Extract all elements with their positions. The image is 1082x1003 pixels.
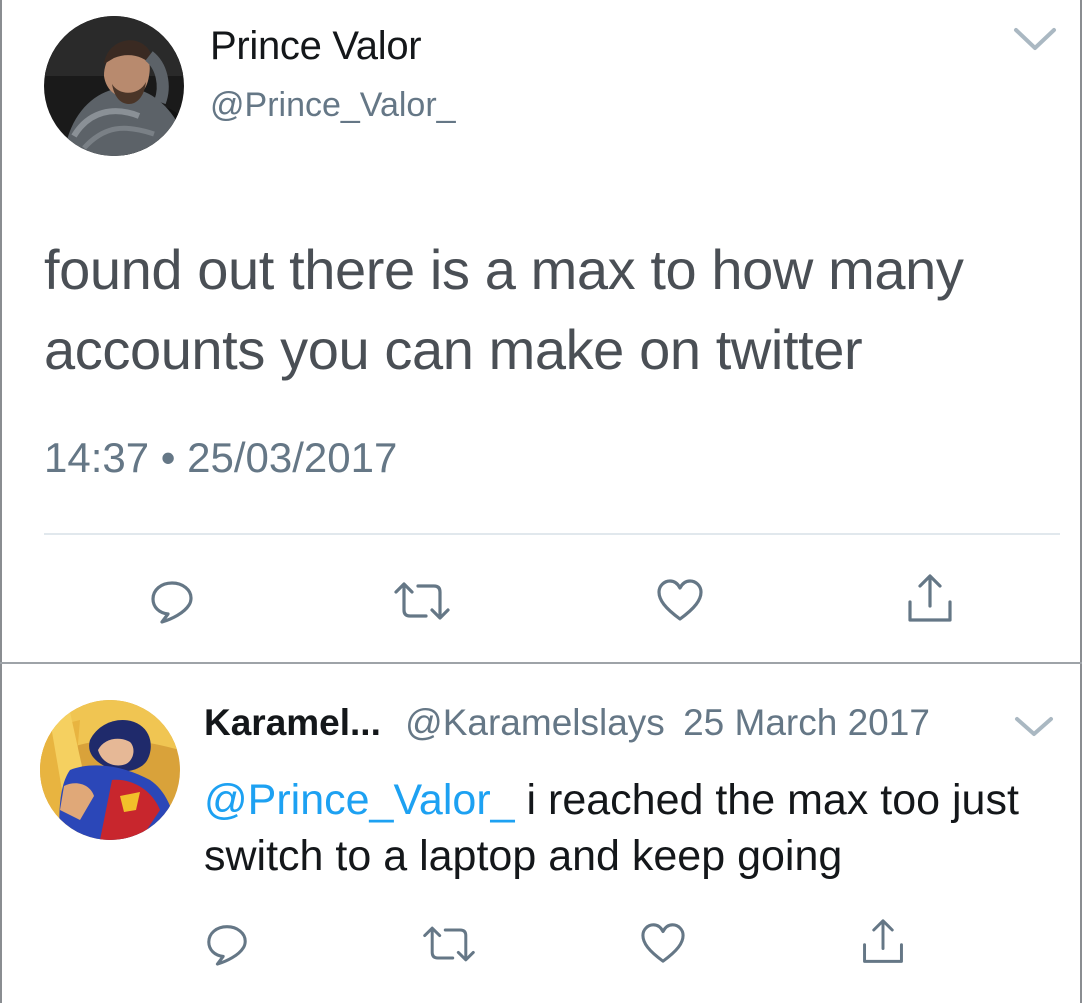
chevron-down-icon[interactable]	[1010, 22, 1060, 54]
author-avatar[interactable]	[44, 16, 184, 156]
author-name[interactable]: Prince Valor	[210, 24, 422, 69]
reply-icon[interactable]	[146, 574, 198, 626]
reply-author-handle[interactable]: @Karamelslays	[405, 702, 665, 743]
chevron-down-icon[interactable]	[1012, 712, 1056, 740]
reply-icon[interactable]	[202, 918, 252, 968]
retweet-icon[interactable]	[420, 922, 478, 966]
reply-header: Karamel... @Karamelslays 25 March 2017	[204, 702, 930, 744]
divider	[44, 533, 1060, 535]
tweet-separator	[0, 662, 1082, 664]
share-icon[interactable]	[858, 916, 908, 968]
reply-author-name[interactable]: Karamel...	[204, 702, 381, 743]
tweet-text: found out there is a max to how many acc…	[44, 238, 964, 381]
reply-mention-link[interactable]: @Prince_Valor_	[204, 776, 515, 824]
reply-date[interactable]: 25 March 2017	[683, 702, 930, 743]
reply-text: @Prince_Valor_ i reached the max too jus…	[204, 772, 1064, 884]
reply-author-avatar[interactable]	[40, 700, 180, 840]
retweet-icon[interactable]	[392, 578, 452, 624]
heart-icon[interactable]	[654, 576, 706, 624]
tweet-timestamp[interactable]: 14:37 • 25/03/2017	[44, 434, 397, 482]
heart-icon[interactable]	[638, 920, 688, 966]
share-icon[interactable]	[904, 572, 956, 626]
left-border	[0, 0, 2, 1003]
author-handle[interactable]: @Prince_Valor_	[210, 86, 456, 125]
